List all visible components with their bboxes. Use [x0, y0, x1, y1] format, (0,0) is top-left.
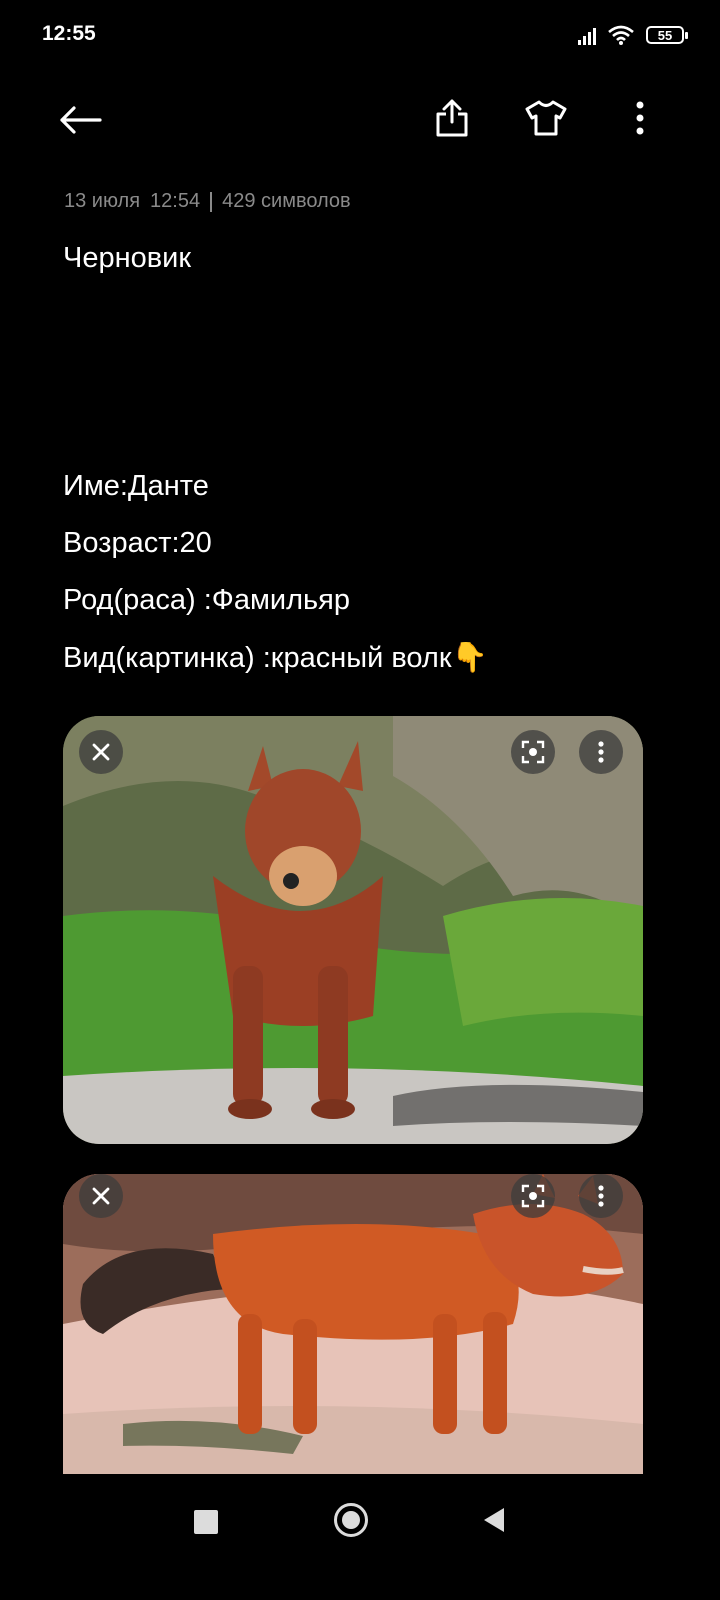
note-date: 13 июля	[64, 190, 141, 212]
battery-level: 55	[657, 27, 673, 43]
nav-recents-button[interactable]	[194, 1510, 218, 1534]
nav-back-button[interactable]	[484, 1508, 504, 1532]
wifi-icon	[608, 25, 634, 45]
note-line-race[interactable]: Род(раса) :Фамильяр	[63, 584, 350, 617]
note-char-count: 429 символов	[222, 190, 351, 212]
red-wolf-side-illustration	[63, 1174, 643, 1474]
more-vertical-icon	[598, 741, 604, 763]
more-vertical-icon	[598, 1185, 604, 1207]
lens-icon	[521, 1184, 545, 1208]
remove-image-button[interactable]	[79, 730, 123, 774]
share-button[interactable]	[428, 94, 476, 142]
note-line-species-text: Вид(картинка) :красный волк	[63, 642, 452, 674]
status-time: 12:55	[42, 22, 96, 45]
pointing-down-emoji: 👇	[451, 642, 488, 674]
close-icon	[92, 743, 110, 761]
status-icons: 55	[578, 20, 688, 50]
image-more-button[interactable]	[579, 730, 623, 774]
close-icon	[92, 1187, 110, 1205]
tshirt-icon	[525, 100, 567, 136]
battery-icon: 55	[646, 26, 688, 44]
image-search-button[interactable]	[511, 730, 555, 774]
note-line-age[interactable]: Возраст:20	[63, 527, 212, 560]
note-line-name[interactable]: Име:Данте	[63, 470, 209, 503]
theme-button[interactable]	[522, 94, 570, 142]
share-icon	[436, 99, 468, 137]
red-wolf-side-image[interactable]	[63, 1174, 643, 1474]
arrow-left-icon	[60, 106, 102, 134]
note-meta: 13 июля 12:54 429 символов	[64, 190, 351, 213]
red-wolf-front-illustration	[63, 716, 643, 1144]
remove-image-button[interactable]	[79, 1174, 123, 1218]
red-wolf-front-image[interactable]	[63, 716, 643, 1144]
note-line-species[interactable]: Вид(картинка) :красный волк👇	[63, 641, 488, 675]
nav-home-button[interactable]	[334, 1503, 368, 1537]
image-more-button[interactable]	[579, 1174, 623, 1218]
note-time: 12:54	[150, 190, 201, 212]
back-button[interactable]	[56, 96, 104, 144]
more-vertical-icon	[636, 101, 644, 135]
image-search-button[interactable]	[511, 1174, 555, 1218]
more-options-button[interactable]	[616, 94, 664, 142]
lens-icon	[521, 740, 545, 764]
meta-separator	[210, 191, 213, 212]
note-title[interactable]: Черновик	[63, 242, 191, 275]
signal-icon	[578, 25, 596, 45]
